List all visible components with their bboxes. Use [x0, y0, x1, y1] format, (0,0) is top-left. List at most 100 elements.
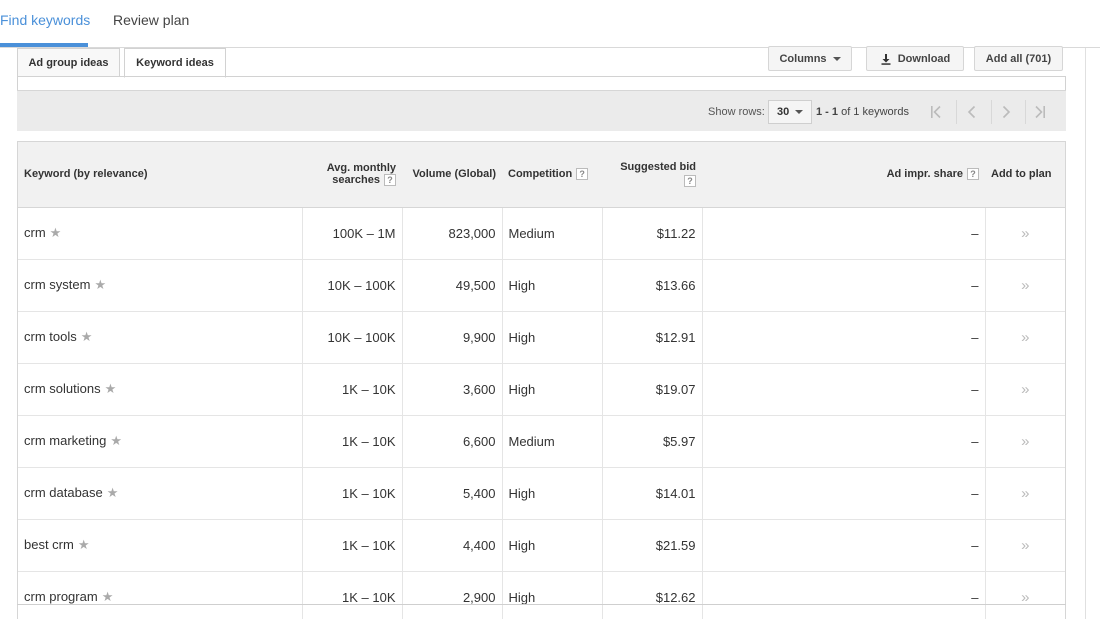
star-icon[interactable]: ★ — [50, 225, 62, 240]
cell-competition: High — [501, 571, 602, 619]
keyword-text[interactable]: best crm — [24, 537, 74, 552]
tab-keyword-ideas[interactable]: Keyword ideas — [124, 48, 226, 78]
keyword-text[interactable]: crm database — [24, 485, 103, 500]
cell-volume: 49,500 — [401, 259, 502, 312]
keyword-table-container: Keyword (by relevance) Avg. monthly sear… — [17, 141, 1066, 619]
keyword-text[interactable]: crm solutions — [24, 381, 101, 396]
header-suggested-bid[interactable]: Suggested bid ? — [602, 142, 702, 208]
table-bottom-border — [17, 604, 1066, 605]
panel-border-left — [17, 76, 18, 90]
help-icon[interactable]: ? — [967, 168, 979, 181]
chevron-down-icon — [795, 110, 804, 114]
rows-per-page-value: 30 — [777, 106, 790, 118]
cell-competition: Medium — [501, 415, 602, 468]
cell-keyword: crm program ★ — [18, 571, 302, 619]
help-icon[interactable]: ? — [384, 174, 396, 187]
table-row: crm marketing ★ 1K – 10K 6,600 Medium $5.97– » — [18, 415, 1065, 468]
cell-avg-monthly-searches: 10K – 100K — [301, 259, 402, 312]
header-share-label: Ad impr. share — [886, 168, 963, 181]
add-to-plan-icon[interactable]: » — [1021, 485, 1029, 502]
add-to-plan-icon[interactable]: » — [1021, 381, 1029, 398]
add-to-plan-icon[interactable]: » — [1021, 589, 1029, 606]
cell-keyword: crm solutions ★ — [18, 363, 302, 416]
keyword-text[interactable]: crm program — [24, 589, 98, 604]
star-icon[interactable]: ★ — [94, 277, 106, 292]
cell-add-to-plan: » — [984, 467, 1065, 520]
header-competition[interactable]: Competition? — [502, 142, 602, 208]
star-icon[interactable]: ★ — [81, 329, 93, 344]
cell-competition: High — [501, 363, 602, 416]
keyword-table: Keyword (by relevance) Avg. monthly sear… — [18, 142, 1065, 619]
page-range: 1 - 1 of 1 keywords — [816, 106, 909, 118]
cell-add-to-plan: » — [984, 207, 1065, 260]
cell-add-to-plan: » — [984, 571, 1065, 619]
first-page-button[interactable] — [922, 100, 950, 124]
cell-ad-impr-share: – — [701, 363, 985, 416]
help-icon[interactable]: ? — [576, 168, 589, 181]
header-avg-line2-wrap: searches? — [308, 174, 396, 187]
star-icon[interactable]: ★ — [110, 433, 122, 448]
add-to-plan-icon[interactable]: » — [1021, 433, 1029, 450]
star-icon[interactable]: ★ — [102, 589, 114, 604]
header-keyword[interactable]: Keyword (by relevance) — [18, 142, 302, 208]
add-to-plan-icon[interactable]: » — [1021, 537, 1029, 554]
help-icon[interactable]: ? — [684, 175, 696, 188]
cell-ad-impr-share: – — [701, 467, 985, 520]
active-tab-indicator — [0, 43, 88, 47]
keyword-text[interactable]: crm — [24, 225, 46, 240]
cell-keyword: crm tools ★ — [18, 311, 302, 364]
table-header-row: Keyword (by relevance) Avg. monthly sear… — [18, 142, 1065, 208]
keyword-text[interactable]: crm tools — [24, 329, 77, 344]
table-row: crm program ★ 1K – 10K 2,900 High $12.62– » — [18, 571, 1065, 619]
last-page-icon — [1035, 105, 1045, 119]
cell-ad-impr-share: – — [701, 571, 985, 619]
cell-competition: High — [501, 259, 602, 312]
cell-suggested-bid: $12.62 — [601, 571, 702, 619]
star-icon[interactable]: ★ — [78, 537, 90, 552]
cell-volume: 5,400 — [401, 467, 502, 520]
cell-suggested-bid: $21.59 — [601, 519, 702, 572]
columns-button[interactable]: Columns — [768, 46, 852, 71]
tab-ad-group-ideas[interactable]: Ad group ideas — [17, 48, 120, 77]
page-range-bold: 1 - 1 — [816, 106, 839, 118]
add-to-plan-icon[interactable]: » — [1021, 329, 1029, 346]
download-label: Download — [897, 52, 951, 65]
cell-competition: High — [501, 467, 602, 520]
header-bid-help-wrap: ? — [608, 175, 696, 188]
add-all-button[interactable]: Add all (701) — [974, 46, 1063, 71]
table-row: crm tools ★ 10K – 100K 9,900 High $12.91– » — [18, 311, 1065, 364]
star-icon[interactable]: ★ — [105, 381, 117, 396]
next-page-button[interactable] — [992, 100, 1020, 124]
prev-page-button[interactable] — [958, 100, 986, 124]
table-row: crm solutions ★ 1K – 10K 3,600 High $19.07– » — [18, 363, 1065, 416]
header-keyword-label: Keyword (by relevance) — [24, 168, 148, 181]
show-rows-label: Show rows: — [708, 106, 765, 118]
cell-suggested-bid: $14.01 — [601, 467, 702, 520]
cell-volume: 3,600 — [401, 363, 502, 416]
add-to-plan-icon[interactable]: » — [1021, 225, 1029, 242]
cell-add-to-plan: » — [984, 259, 1065, 312]
star-icon[interactable]: ★ — [107, 485, 119, 500]
header-avg-line2: searches — [332, 174, 380, 187]
download-icon — [881, 53, 891, 65]
header-volume[interactable]: Volume (Global) — [402, 142, 502, 208]
header-ad-impr-share[interactable]: Ad impr. share? — [702, 142, 985, 208]
add-to-plan-icon[interactable]: » — [1021, 277, 1029, 294]
cell-volume: 2,900 — [401, 571, 502, 619]
panel-border-right — [1065, 76, 1066, 90]
table-row: crm database ★ 1K – 10K 5,400 High $14.01– » — [18, 467, 1065, 520]
keyword-text[interactable]: crm marketing — [24, 433, 106, 448]
scrollbar-track[interactable] — [1085, 48, 1086, 619]
table-row: crm system ★ 10K – 100K 49,500 High $13.66– » — [18, 259, 1065, 312]
cell-avg-monthly-searches: 1K – 10K — [301, 519, 402, 572]
header-avg-monthly-searches[interactable]: Avg. monthly searches? — [302, 142, 402, 208]
top-tab-bar: Find keywords Review plan — [0, 0, 1100, 48]
rows-per-page-select[interactable]: 30 — [768, 100, 812, 124]
keyword-text[interactable]: crm system — [24, 277, 90, 292]
cell-add-to-plan: » — [984, 311, 1065, 364]
cell-avg-monthly-searches: 1K – 10K — [301, 571, 402, 619]
tab-review-plan[interactable]: Review plan — [113, 12, 189, 28]
tab-find-keywords[interactable]: Find keywords — [0, 12, 90, 28]
download-button[interactable]: Download — [866, 46, 964, 71]
last-page-button[interactable] — [1026, 100, 1054, 124]
